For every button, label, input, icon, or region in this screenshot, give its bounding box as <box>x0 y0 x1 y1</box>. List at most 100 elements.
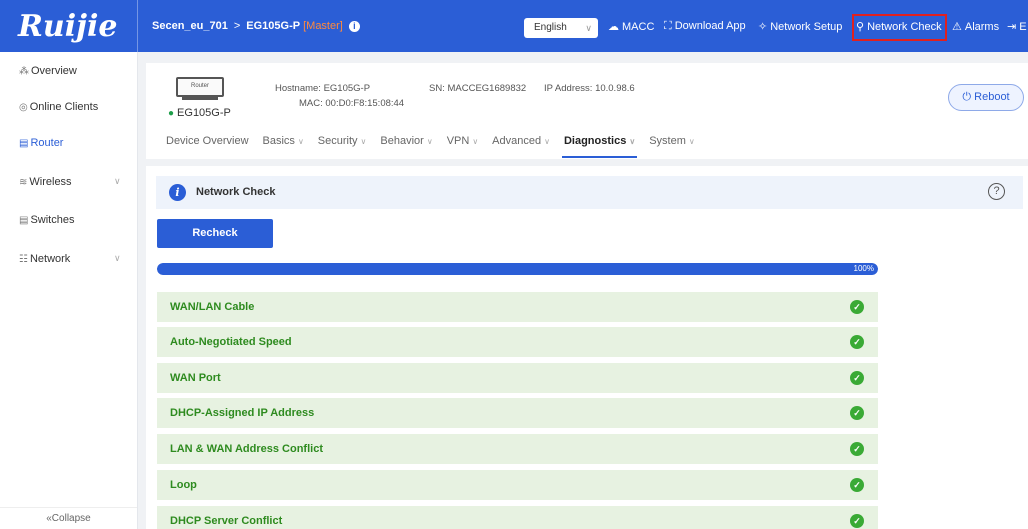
ip-label: IP Address: <box>544 83 593 94</box>
info-icon[interactable]: i <box>348 20 360 32</box>
alarm-icon: ⚠ <box>952 21 962 33</box>
switches-icon: ▤ <box>19 215 29 226</box>
sidebar-item-label: Router <box>30 137 64 149</box>
language-value: English <box>534 22 567 33</box>
exit-link[interactable]: ⇥ E <box>1007 20 1027 33</box>
help-icon[interactable]: ? <box>988 183 1005 200</box>
download-app-link[interactable]: ⛶ Download App <box>664 20 746 33</box>
sidebar-item-network[interactable]: ☷ Network <box>19 253 70 265</box>
top-bar: Ruijie Secen_eu_701 > EG105G-P [Master] … <box>0 0 1028 52</box>
mac-info: MAC: 00:D0:F8:15:08:44 <box>299 98 404 109</box>
chevron-down-icon[interactable]: ∨ <box>114 253 121 264</box>
reboot-label: Reboot <box>974 91 1010 103</box>
online-status-dot: ● <box>168 108 175 119</box>
chevron-down-icon: ∨ <box>544 137 550 146</box>
alarms-link[interactable]: ⚠ Alarms <box>952 20 999 33</box>
check-item-row: Loop ✓ <box>157 470 878 500</box>
check-success-icon: ✓ <box>850 300 864 314</box>
power-icon: ⏻ <box>962 91 972 103</box>
sn-label: SN: <box>429 83 445 94</box>
check-item-row: DHCP Server Conflict ✓ <box>157 506 878 529</box>
check-success-icon: ✓ <box>850 514 864 528</box>
tab-advanced[interactable]: Advanced ∨ <box>492 135 550 147</box>
ruijie-logo[interactable]: Ruijie <box>0 0 138 52</box>
tab-diagnostics[interactable]: Diagnostics ∨ <box>561 135 638 158</box>
macc-link[interactable]: ☁ MACC <box>608 20 654 33</box>
check-item-label: DHCP Server Conflict <box>170 515 283 527</box>
tab-label: Basics <box>262 135 295 147</box>
check-success-icon: ✓ <box>850 371 864 385</box>
sidebar: ⁂ Overview ◎ Online Clients ▤ Router ≋ Wirel… <box>0 52 138 529</box>
reboot-button[interactable]: ⏻ Reboot <box>948 84 1024 111</box>
check-item-row: DHCP-Assigned IP Address ✓ <box>157 398 878 428</box>
network-setup-link[interactable]: ✧ Network Setup <box>758 20 842 33</box>
sn-info: SN: MACCEG1689832 <box>429 83 526 94</box>
mac-value: 00:D0:F8:15:08:44 <box>325 98 405 109</box>
download-app-label: Download App <box>674 20 746 32</box>
device-name: ● EG105G-P <box>168 107 231 119</box>
check-item-row: WAN/LAN Cable ✓ <box>157 292 878 322</box>
chevron-down-icon: ∨ <box>472 137 479 146</box>
tab-label: VPN <box>446 135 470 147</box>
check-item-label: LAN & WAN Address Conflict <box>170 443 323 455</box>
breadcrumb-device[interactable]: EG105G-P <box>246 20 300 32</box>
tab-system[interactable]: System ∨ <box>649 135 695 147</box>
tab-basics[interactable]: Basics ∨ <box>263 135 304 147</box>
router-image-label: Router <box>190 83 209 89</box>
tab-device-overview[interactable]: Device Overview <box>166 135 249 147</box>
progress-percent: 100% <box>853 264 874 273</box>
check-progress-bar: 100% <box>157 263 878 275</box>
device-header-card: Router ● EG105G-P Hostname: EG105G-P SN: … <box>146 63 1028 159</box>
tab-label: Security <box>317 135 358 147</box>
master-role-label: [Master] <box>303 20 343 32</box>
recheck-button[interactable]: Recheck <box>157 219 273 248</box>
exit-icon: ⇥ <box>1007 21 1017 33</box>
info-icon: i <box>169 184 186 201</box>
network-check-highlight <box>852 14 947 41</box>
breadcrumb-project[interactable]: Secen_eu_701 <box>152 20 228 32</box>
sidebar-item-label: Network <box>29 253 71 265</box>
sidebar-item-online-clients[interactable]: ◎ Online Clients <box>19 101 98 113</box>
check-item-label: Auto-Negotiated Speed <box>170 336 292 348</box>
check-item-label: DHCP-Assigned IP Address <box>170 407 315 419</box>
device-name-text: EG105G-P <box>177 107 231 119</box>
check-success-icon: ✓ <box>850 335 864 349</box>
overview-icon: ⁂ <box>19 66 29 77</box>
tab-behavior[interactable]: Behavior ∨ <box>380 135 432 147</box>
sidebar-item-wireless[interactable]: ≋ Wireless <box>19 176 72 188</box>
tab-vpn[interactable]: VPN ∨ <box>447 135 478 147</box>
wireless-icon: ≋ <box>19 177 28 188</box>
online-clients-icon: ◎ <box>19 102 28 113</box>
breadcrumb: Secen_eu_701 > EG105G-P [Master] i <box>152 20 360 32</box>
hostname-value: EG105G-P <box>323 83 371 94</box>
network-icon: ☷ <box>19 254 28 265</box>
sidebar-item-label: Wireless <box>29 176 72 188</box>
check-success-icon: ✓ <box>850 406 864 420</box>
check-success-icon: ✓ <box>850 478 864 492</box>
network-check-panel: i Network Check ? Recheck 100% WAN/LAN C… <box>146 166 1028 529</box>
language-select[interactable]: English ∨ <box>524 18 598 38</box>
chevron-down-icon[interactable]: ∨ <box>114 176 121 187</box>
router-device-image: Router <box>176 77 224 100</box>
sidebar-item-switches[interactable]: ▤ Switches <box>19 214 74 226</box>
sidebar-item-router[interactable]: ▤ Router <box>19 137 63 149</box>
router-icon: ▤ <box>19 138 29 149</box>
macc-label: MACC <box>622 21 655 33</box>
download-app-icon: ⛶ <box>664 20 672 32</box>
check-success-icon: ✓ <box>850 442 864 456</box>
ip-info: IP Address: 10.0.98.6 <box>544 83 635 94</box>
chevron-down-icon: ∨ <box>360 137 367 146</box>
chevron-down-icon: ∨ <box>688 137 695 146</box>
ip-value: 10.0.98.6 <box>595 83 635 94</box>
hostname-label: Hostname: <box>275 83 321 94</box>
tab-security[interactable]: Security ∨ <box>318 135 367 147</box>
progress-fill <box>157 263 878 275</box>
check-item-label: WAN Port <box>170 372 221 384</box>
collapse-sidebar-button[interactable]: «Collapse <box>0 507 137 529</box>
sidebar-item-overview[interactable]: ⁂ Overview <box>19 65 77 77</box>
network-setup-icon: ✧ <box>758 21 768 33</box>
check-item-row: WAN Port ✓ <box>157 363 878 393</box>
tab-label: Diagnostics <box>563 135 627 147</box>
sidebar-item-label: Switches <box>30 214 75 226</box>
check-item-label: WAN/LAN Cable <box>170 301 255 313</box>
